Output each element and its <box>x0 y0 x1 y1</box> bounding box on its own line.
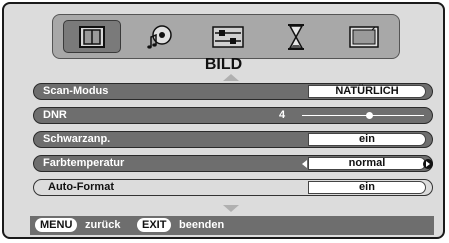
color-temp-text: normal <box>348 157 386 169</box>
exit-key[interactable]: EXIT <box>137 218 172 232</box>
right-arrow-icon[interactable] <box>423 159 433 169</box>
menu-key[interactable]: MENU <box>35 218 78 232</box>
picture-frame-icon <box>77 25 107 49</box>
row-black-adjust[interactable]: Schwarzanp. ein <box>33 131 433 148</box>
dnr-slider-knob[interactable] <box>366 112 374 119</box>
tab-timer[interactable] <box>267 20 325 53</box>
footer-bar: MENU zurück EXIT beenden <box>30 216 434 235</box>
row-color-temp[interactable]: Farbtemperatur normal <box>33 155 433 172</box>
hourglass-icon <box>285 23 307 51</box>
tab-settings[interactable] <box>199 20 257 53</box>
exit-action-label: beenden <box>179 219 225 231</box>
tab-sound[interactable] <box>131 20 189 53</box>
black-adjust-value: ein <box>308 133 426 146</box>
menu-frame: BILD Scan-Modus NATÜRLICH DNR 4 Schwarza… <box>2 2 445 239</box>
scroll-up-icon[interactable] <box>223 74 239 81</box>
auto-format-label: Auto-Format <box>48 181 114 193</box>
row-scan-mode[interactable]: Scan-Modus NATÜRLICH <box>33 83 433 100</box>
color-temp-value: normal <box>302 157 433 170</box>
menu-action-label: zurück <box>85 219 121 231</box>
color-temp-label: Farbtemperatur <box>43 157 125 169</box>
menu-tab-bar <box>52 14 400 59</box>
row-auto-format[interactable]: Auto-Format ein <box>33 179 433 196</box>
tab-picture[interactable] <box>63 20 121 53</box>
menu-title: BILD <box>204 56 243 73</box>
dnr-slider[interactable] <box>302 108 424 123</box>
left-arrow-icon[interactable] <box>302 160 307 168</box>
black-adjust-label: Schwarzanp. <box>43 133 111 145</box>
screen-icon <box>348 25 380 49</box>
dnr-label: DNR <box>43 109 67 121</box>
scan-mode-value: NATÜRLICH <box>308 85 426 98</box>
music-disc-icon <box>145 23 175 51</box>
scan-mode-label: Scan-Modus <box>43 85 109 97</box>
dnr-value: 4 <box>279 109 286 121</box>
scroll-down-icon[interactable] <box>223 205 239 212</box>
dnr-slider-track <box>302 115 424 116</box>
sliders-icon <box>211 25 245 49</box>
auto-format-value: ein <box>308 181 426 194</box>
row-dnr[interactable]: DNR 4 <box>33 107 433 124</box>
tab-setup[interactable] <box>335 20 393 53</box>
